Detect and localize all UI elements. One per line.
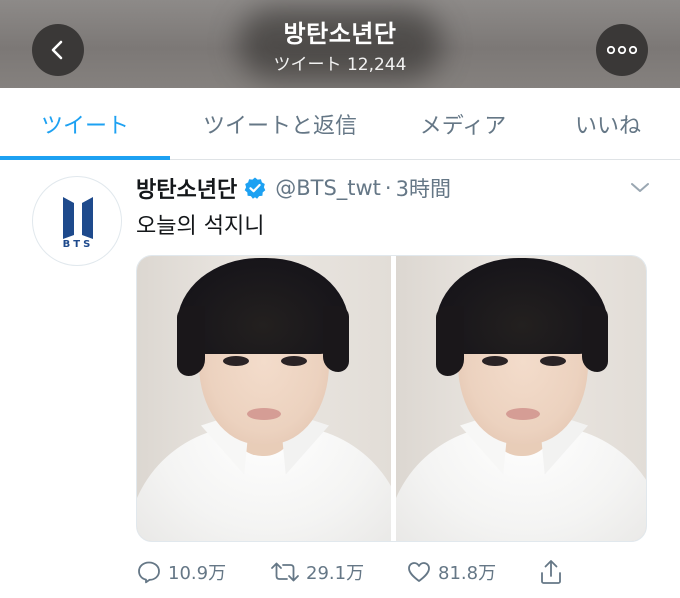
- avatar[interactable]: BTS: [32, 176, 122, 266]
- retweet-button[interactable]: 29.1万: [270, 556, 364, 588]
- verified-badge-icon: [243, 176, 267, 200]
- tweet-menu-button[interactable]: [628, 180, 652, 196]
- reply-button[interactable]: 10.9万: [136, 556, 226, 588]
- like-count: 81.8万: [438, 563, 497, 584]
- meta-separator: ·: [384, 176, 392, 200]
- retweet-count: 29.1万: [306, 563, 365, 584]
- share-icon: [541, 560, 561, 584]
- tab-likes[interactable]: いいね: [575, 108, 641, 140]
- tweet-header: 방탄소년단 @BTS_twt · 3時間: [136, 172, 451, 204]
- heart-icon: [408, 562, 430, 582]
- retweet-icon: [271, 562, 299, 582]
- tweet-text: 오늘의 석지니: [136, 214, 265, 239]
- tab-tweets[interactable]: ツイート: [41, 108, 129, 140]
- tweet-timestamp[interactable]: 3時間: [396, 173, 451, 203]
- ellipsis-icon: [607, 46, 637, 54]
- tab-media[interactable]: メディア: [420, 108, 506, 140]
- user-handle[interactable]: @BTS_twt: [275, 176, 381, 200]
- active-tab-indicator: [0, 156, 170, 160]
- tweet-photo-1[interactable]: [137, 256, 391, 541]
- reply-icon: [138, 561, 160, 584]
- chevron-down-icon: [631, 183, 649, 192]
- user-name[interactable]: 방탄소년단: [136, 172, 237, 204]
- bts-logo-icon: [63, 197, 93, 239]
- reply-count: 10.9万: [168, 563, 227, 584]
- share-button[interactable]: [538, 556, 564, 588]
- tweet-media[interactable]: [136, 255, 647, 542]
- avatar-logo-text: BTS: [62, 239, 94, 250]
- profile-header: 방탄소년단 ツイート 12,244: [0, 0, 680, 88]
- profile-tabs: ツイート ツイートと返信 メディア いいね: [0, 88, 680, 160]
- profile-title: 방탄소년단: [283, 20, 397, 48]
- tweet-actions: 10.9万 29.1万 81.8万: [0, 556, 680, 588]
- more-button[interactable]: [596, 24, 648, 76]
- tweet-count: ツイート 12,244: [273, 55, 407, 75]
- tweet-photo-2[interactable]: [395, 256, 646, 541]
- tab-tweets-and-replies[interactable]: ツイートと返信: [203, 108, 357, 140]
- like-button[interactable]: 81.8万: [406, 556, 496, 588]
